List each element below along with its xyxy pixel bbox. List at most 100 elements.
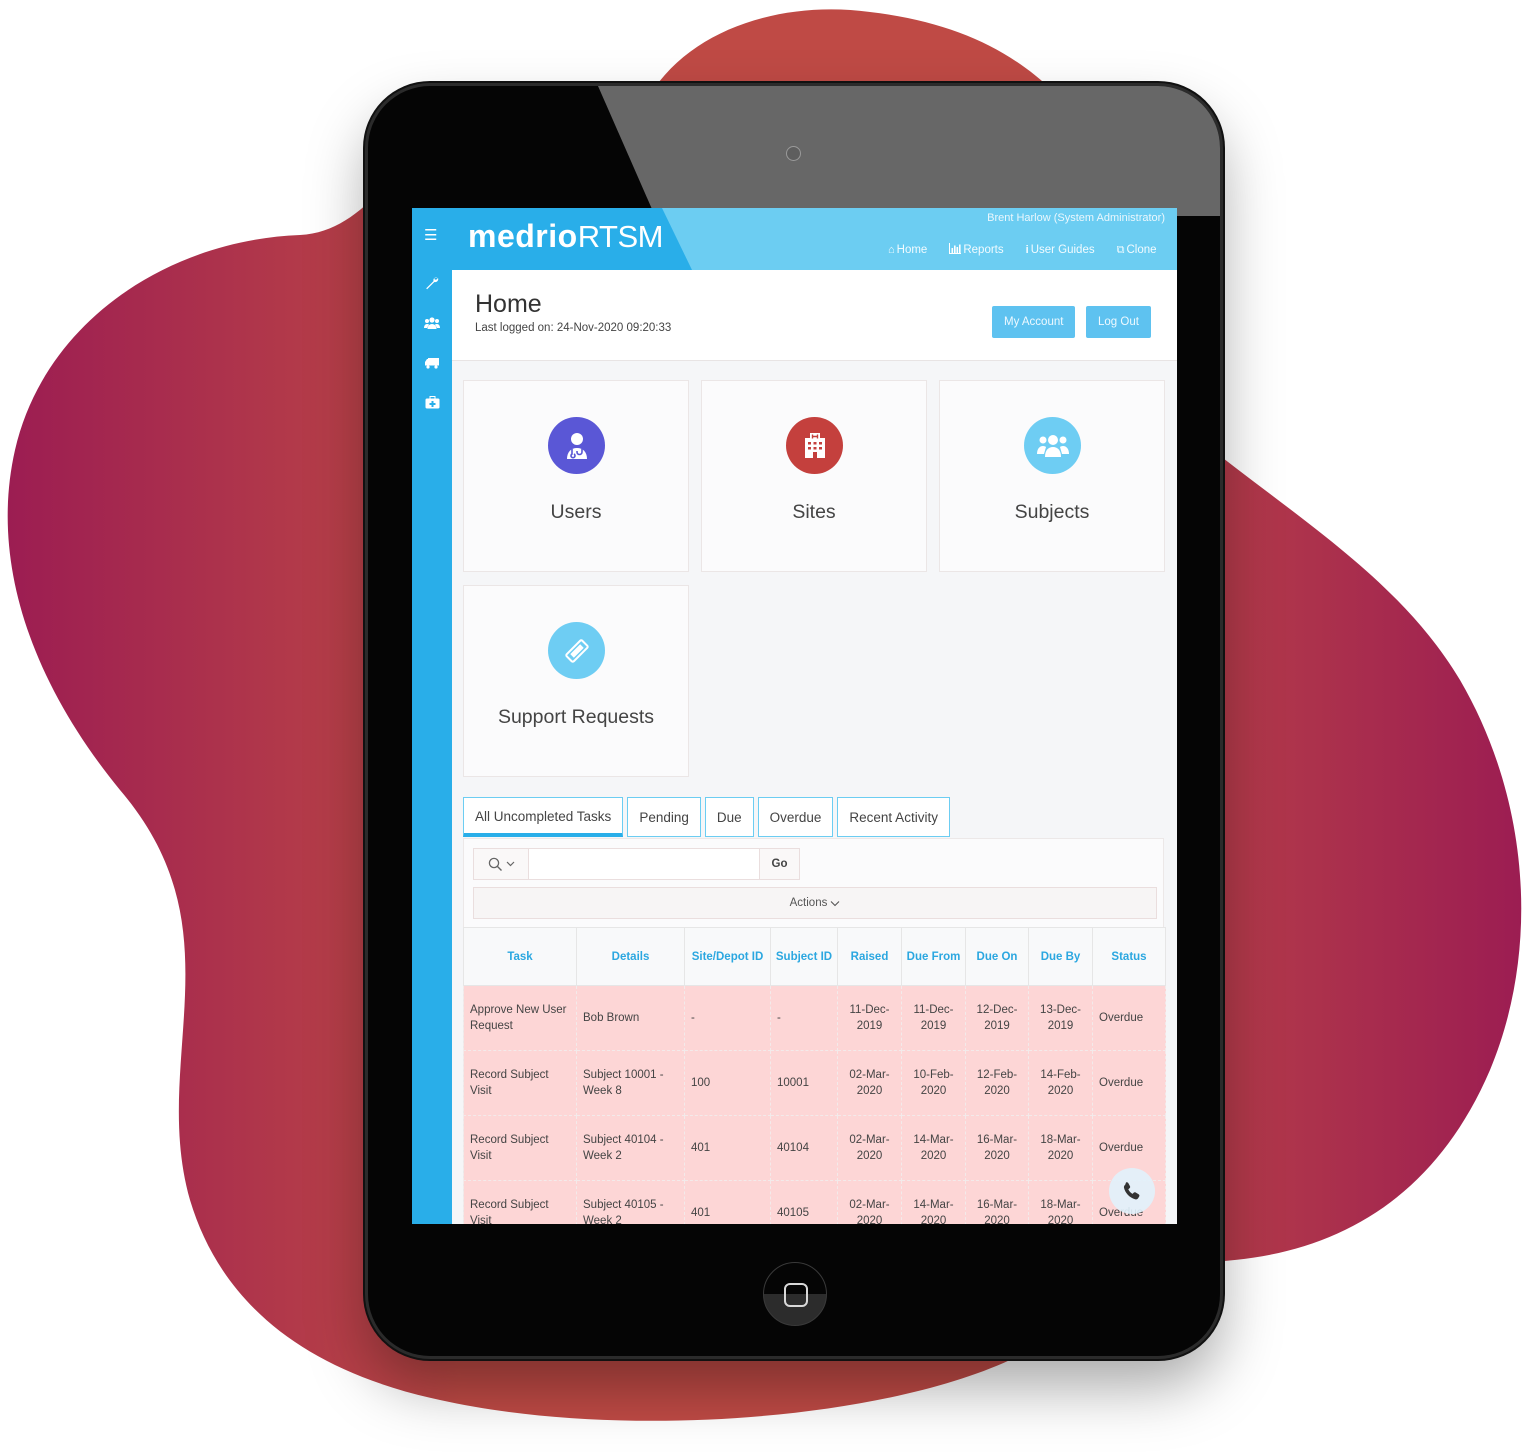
cell-site-depot-id: 401 [684,1115,771,1181]
column-header-site-depot-id[interactable]: Site/Depot ID [684,927,771,986]
column-header-details[interactable]: Details [576,927,685,986]
wrench-icon[interactable] [423,276,441,294]
search-icon [488,857,502,871]
logo[interactable]: medrioRTSM [468,218,663,255]
card-subjects[interactable]: Subjects [939,380,1165,572]
ticket-icon [548,622,605,679]
cell-subject-id: 10001 [770,1050,838,1116]
card-sites-label: Sites [792,501,836,523]
my-account-button[interactable]: My Account [992,306,1076,338]
cell-due-by: 13-Dec-2019 [1028,985,1093,1051]
card-sites[interactable]: Sites [701,380,927,572]
tab-recent-activity[interactable]: Recent Activity [837,797,950,837]
table-header-row: Task Details Site/Depot ID Subject ID Ra… [463,927,1166,986]
table-row[interactable]: Record Subject Visit Subject 40105 - Week… [463,1180,1166,1224]
bar-chart-icon [949,243,962,257]
cell-raised: 02-Mar-2020 [837,1050,902,1116]
cell-due-on: 12-Dec-2019 [965,985,1029,1051]
cell-details: Subject 10001 - Week 8 [576,1050,685,1116]
nav-reports[interactable]: Reports [949,243,1004,257]
cell-due-by: 14-Feb-2020 [1028,1050,1093,1116]
table-row[interactable]: Approve New User Request Bob Brown - -11-De… [463,985,1166,1051]
cell-task: Approve New User Request [463,985,577,1051]
cell-site-depot-id: 401 [684,1180,771,1224]
column-header-raised[interactable]: Raised [837,927,902,986]
cell-subject-id: 40104 [770,1115,838,1181]
top-bar: ☰ medrioRTSM Brent Harlow (System Admini… [412,208,1177,270]
cell-details: Subject 40105 - Week 2 [576,1180,685,1224]
card-users[interactable]: Users [463,380,689,572]
tab-pending[interactable]: Pending [627,797,701,837]
actions-menu-button[interactable]: Actions [473,887,1157,919]
cell-subject-id: - [770,985,838,1051]
tablet-home-button[interactable] [763,1262,827,1326]
tab-all-uncompleted-tasks[interactable]: All Uncompleted Tasks [463,797,624,837]
medkit-icon[interactable] [423,396,441,414]
chevron-down-icon [506,861,514,867]
sidebar [412,270,452,1224]
cell-details: Subject 40104 - Week 2 [576,1115,685,1181]
user-doctor-icon [548,417,605,474]
column-header-due-by[interactable]: Due By [1028,927,1093,986]
clone-icon: ⧉ [1116,243,1125,256]
nav-clone[interactable]: ⧉ Clone [1117,243,1157,257]
card-users-label: Users [550,501,602,523]
cell-raised: 02-Mar-2020 [837,1115,902,1181]
app-screen: ☰ medrioRTSM Brent Harlow (System Admini… [412,208,1177,1224]
column-header-subject-id[interactable]: Subject ID [770,927,838,986]
cell-due-from: 11-Dec-2019 [901,985,966,1051]
cell-due-by: 18-Mar-2020 [1028,1115,1093,1181]
camera-icon [786,146,801,161]
tasks-panel: Go Actions Task Details Site/Depot ID Su… [463,838,1166,1224]
hospital-icon [786,417,843,474]
cell-due-from: 14-Mar-2020 [901,1115,966,1181]
cell-status: Overdue [1092,1050,1166,1116]
users-icon[interactable] [423,316,441,334]
home-square-icon [784,1283,808,1307]
hamburger-menu-icon[interactable]: ☰ [424,228,437,243]
card-support-requests-label: Support Requests [497,706,655,728]
column-header-due-from[interactable]: Due From [901,927,966,986]
chevron-down-icon [830,900,840,906]
group-icon [1024,417,1081,474]
cell-site-depot-id: - [684,985,771,1051]
search-bar: Go [473,848,800,880]
table-row[interactable]: Record Subject Visit Subject 40104 - Week… [463,1115,1166,1181]
column-header-status[interactable]: Status [1092,927,1166,986]
last-login: Last logged on: 24-Nov-2020 09:20:33 [475,322,672,334]
search-input[interactable] [529,849,759,879]
card-subjects-label: Subjects [1014,501,1090,523]
cell-task: Record Subject Visit [463,1050,577,1116]
column-header-due-on[interactable]: Due On [965,927,1029,986]
current-user[interactable]: Brent Harlow (System Administrator) [987,212,1165,224]
table-row[interactable]: Record Subject Visit Subject 10001 - Week… [463,1050,1166,1116]
cell-details: Bob Brown [576,985,685,1051]
truck-icon[interactable] [423,356,441,374]
task-tabs: All Uncompleted Tasks Pending Due Overdu… [463,797,950,837]
info-icon: i [1025,244,1029,256]
page-title: Home [475,290,542,318]
card-support-requests[interactable]: Support Requests [463,585,689,777]
log-out-button[interactable]: Log Out [1086,306,1151,338]
tab-due[interactable]: Due [704,797,754,837]
cell-status: Overdue [1092,985,1166,1051]
nav-user-guides[interactable]: i User Guides [1026,243,1095,257]
cell-task: Record Subject Visit [463,1115,577,1181]
tablet-device: ☰ medrioRTSM Brent Harlow (System Admini… [368,86,1220,1356]
home-icon: ⌂ [888,244,895,256]
tab-overdue[interactable]: Overdue [757,797,834,837]
column-header-task[interactable]: Task [463,927,577,986]
phone-support-button[interactable] [1109,1168,1155,1214]
cell-task: Record Subject Visit [463,1180,577,1224]
cell-raised: 11-Dec-2019 [837,985,902,1051]
nav-home[interactable]: ⌂ Home [888,243,927,257]
cell-due-from: 10-Feb-2020 [901,1050,966,1116]
search-column-dropdown[interactable] [474,849,529,879]
phone-icon [1123,1182,1140,1200]
go-button[interactable]: Go [759,849,799,879]
cell-due-on: 16-Mar-2020 [965,1115,1029,1181]
main-content: Home Last logged on: 24-Nov-2020 09:20:3… [452,270,1177,1224]
cell-subject-id: 40105 [770,1180,838,1224]
cell-due-by: 18-Mar-2020 [1028,1180,1093,1224]
top-nav: ⌂ Home Reports i User Guides ⧉ Clone [888,243,1157,257]
